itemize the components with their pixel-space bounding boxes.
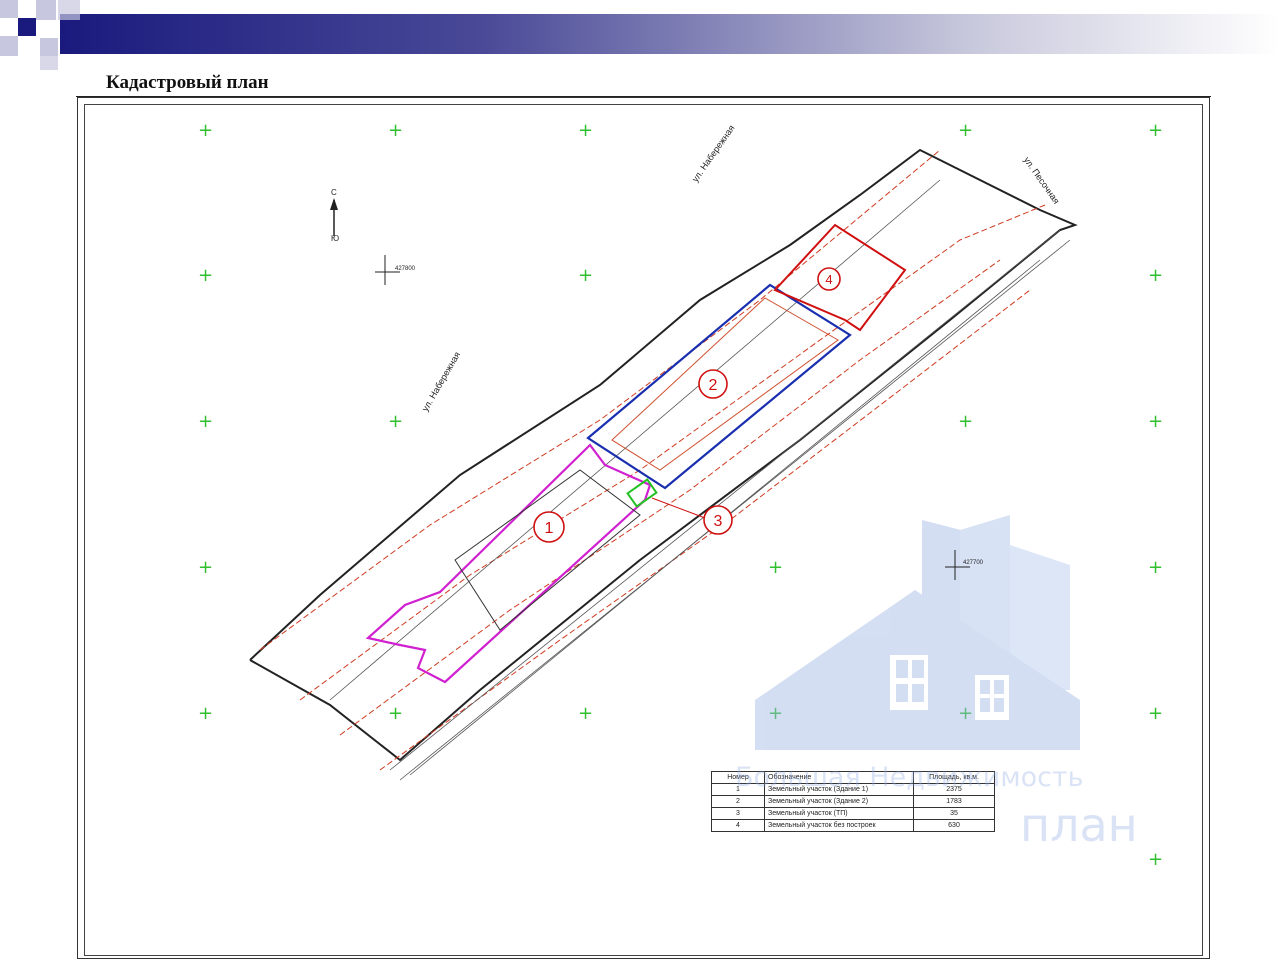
legend-num: 3 xyxy=(711,807,765,820)
legend-area: 1783 xyxy=(913,795,995,808)
watermark-text: Большая Недвижимость xyxy=(735,762,1084,793)
compass-south: Ю xyxy=(331,234,340,243)
legend-area: 630 xyxy=(913,819,995,832)
parcel-3-number: 3 xyxy=(714,513,723,530)
parcel-1-number: 1 xyxy=(545,520,554,537)
compass-north: С xyxy=(331,188,337,197)
legend-row: 4 Земельный участок без построек 630 xyxy=(711,819,995,832)
coord-label-left: 427800 xyxy=(395,266,416,272)
legend-name: Земельный участок без построек xyxy=(764,819,914,832)
legend-num: 4 xyxy=(711,819,765,832)
legend-name: Земельный участок (Здание 2) xyxy=(764,795,914,808)
legend-row: 3 Земельный участок (ТП) 35 xyxy=(711,807,995,820)
parcel-3-boundary xyxy=(626,478,658,508)
legend-name: Земельный участок (ТП) xyxy=(764,807,914,820)
watermark-subtext: план xyxy=(1020,798,1138,852)
legend-num: 2 xyxy=(711,795,765,808)
legend-area: 35 xyxy=(913,807,995,820)
legend-row: 2 Земельный участок (Здание 2) 1783 xyxy=(711,795,995,808)
parcel-4-number: 4 xyxy=(825,272,832,287)
parcel-1-boundary xyxy=(365,443,652,684)
watermark-logo xyxy=(755,515,1080,750)
parcel-2-number: 2 xyxy=(709,377,718,394)
coord-label-right: 427700 xyxy=(963,560,984,566)
